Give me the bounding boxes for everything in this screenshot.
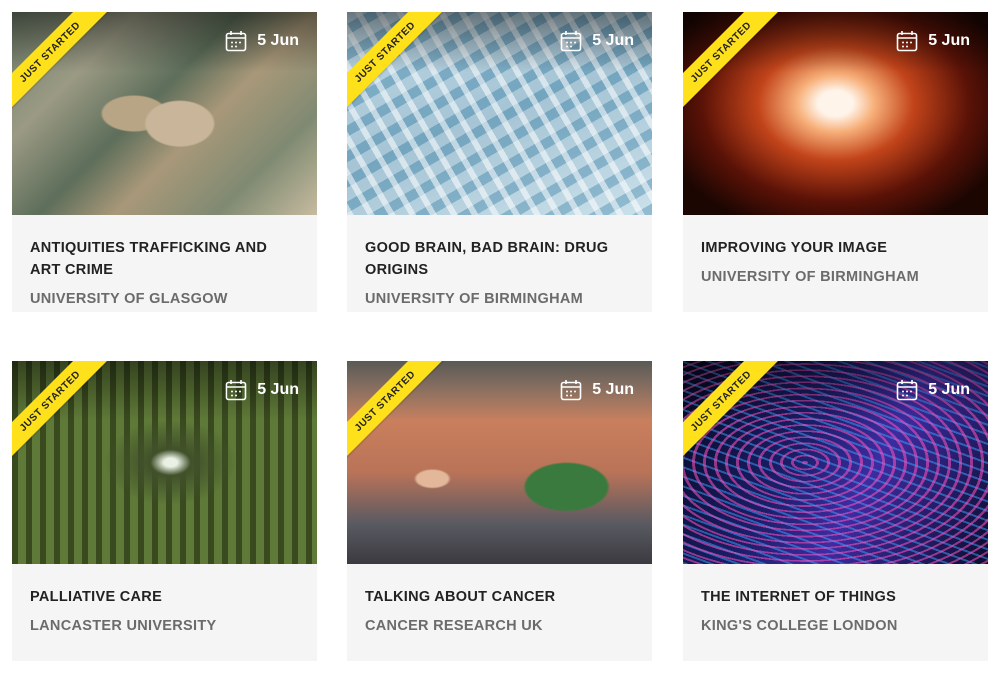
course-info: GOOD BRAIN, BAD BRAIN: DRUG ORIGINS UNIV… [347,215,652,312]
course-organization[interactable]: UNIVERSITY OF BIRMINGHAM [701,266,970,288]
start-date: 5 Jun [560,30,634,52]
course-organization[interactable]: CANCER RESEARCH UK [365,615,634,637]
course-image[interactable]: JUST STARTED 5 Jun [347,361,652,564]
course-title[interactable]: TALKING ABOUT CANCER [365,586,634,608]
calendar-icon [896,31,918,52]
course-card[interactable]: JUST STARTED 5 Jun THE INTERNET OF THING… [683,361,988,661]
course-title[interactable]: THE INTERNET OF THINGS [701,586,970,608]
course-info: PALLIATIVE CARE LANCASTER UNIVERSITY [12,564,317,661]
start-date: 5 Jun [560,379,634,401]
course-organization[interactable]: UNIVERSITY OF BIRMINGHAM [365,288,634,310]
start-date-text: 5 Jun [592,32,634,49]
start-date: 5 Jun [896,379,970,401]
course-organization[interactable]: LANCASTER UNIVERSITY [30,615,299,637]
course-organization[interactable]: UNIVERSITY OF GLASGOW [30,288,299,310]
course-title[interactable]: PALLIATIVE CARE [30,586,299,608]
course-image[interactable]: JUST STARTED 5 Jun [683,12,988,215]
course-card[interactable]: JUST STARTED 5 Jun PALLIATIVE CARE LANCA… [12,361,317,661]
calendar-icon [560,31,582,52]
start-date-text: 5 Jun [257,32,299,49]
course-title[interactable]: GOOD BRAIN, BAD BRAIN: DRUG ORIGINS [365,237,634,281]
course-info: ANTIQUITIES TRAFFICKING AND ART CRIME UN… [12,215,317,312]
course-title[interactable]: ANTIQUITIES TRAFFICKING AND ART CRIME [30,237,299,281]
calendar-icon [225,380,247,401]
course-title[interactable]: IMPROVING YOUR IMAGE [701,237,970,259]
calendar-icon [225,31,247,52]
course-image[interactable]: JUST STARTED 5 Jun [12,361,317,564]
start-date: 5 Jun [225,379,299,401]
course-card[interactable]: JUST STARTED 5 Jun IMPROVING YOUR IMAGE … [683,12,988,312]
calendar-icon [896,380,918,401]
start-date-text: 5 Jun [257,381,299,398]
course-card[interactable]: JUST STARTED 5 Jun GOOD BRAIN, BAD BRAIN… [347,12,652,312]
start-date: 5 Jun [896,30,970,52]
course-card[interactable]: JUST STARTED 5 Jun TALKING ABOUT CANCER … [347,361,652,661]
course-grid: JUST STARTED 5 Jun ANTIQUITIES TRAFFICKI… [0,0,1000,689]
course-info: THE INTERNET OF THINGS KING'S COLLEGE LO… [683,564,988,661]
start-date-text: 5 Jun [592,381,634,398]
course-info: TALKING ABOUT CANCER CANCER RESEARCH UK [347,564,652,661]
start-date: 5 Jun [225,30,299,52]
course-image[interactable]: JUST STARTED 5 Jun [347,12,652,215]
course-card[interactable]: JUST STARTED 5 Jun ANTIQUITIES TRAFFICKI… [12,12,317,312]
course-image[interactable]: JUST STARTED 5 Jun [683,361,988,564]
start-date-text: 5 Jun [928,32,970,49]
course-organization[interactable]: KING'S COLLEGE LONDON [701,615,970,637]
calendar-icon [560,380,582,401]
start-date-text: 5 Jun [928,381,970,398]
course-info: IMPROVING YOUR IMAGE UNIVERSITY OF BIRMI… [683,215,988,312]
course-image[interactable]: JUST STARTED 5 Jun [12,12,317,215]
